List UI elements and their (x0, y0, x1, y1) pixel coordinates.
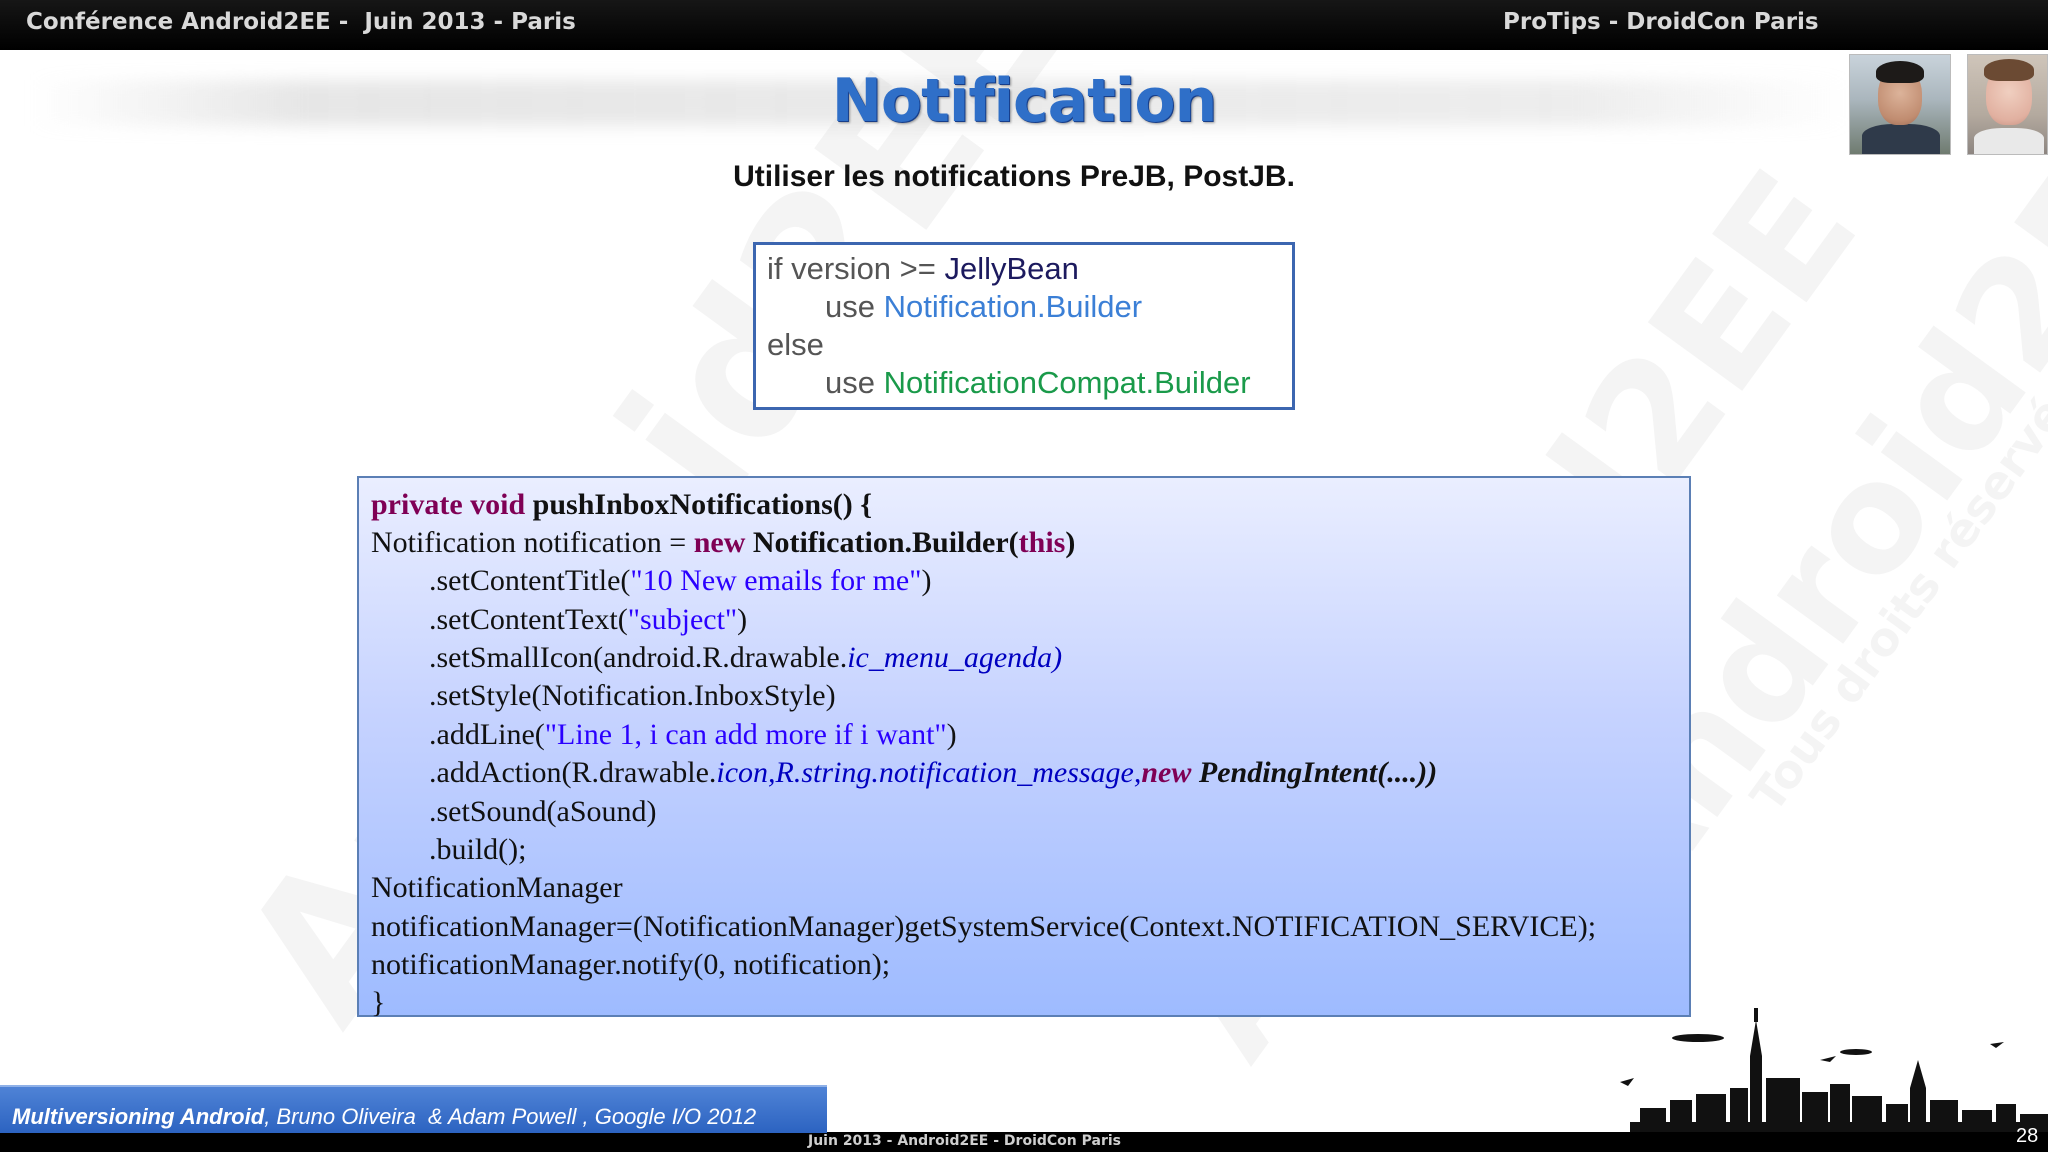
code-line: .setSound(aSound) (429, 795, 657, 828)
speaker-photo (1849, 54, 1951, 155)
code-line: .addLine("Line 1, i can add more if i wa… (429, 718, 957, 751)
pseudo-code-box: if version >= JellyBean use Notification… (753, 242, 1295, 410)
top-bar: Conférence Android2EE - Juin 2013 - Pari… (0, 0, 2048, 50)
footer-event-label: Juin 2013 - Android2EE - DroidCon Paris (808, 1133, 1121, 1149)
code-line: .setContentTitle("10 New emails for me") (429, 564, 932, 597)
speaker-photo (1967, 54, 2048, 155)
code-line: NotificationManager (371, 871, 623, 904)
code-line: .addAction(R.drawable.icon,R.string.noti… (429, 756, 1438, 789)
event-label: ProTips - DroidCon Paris (1503, 9, 1819, 35)
code-line: } (371, 986, 386, 1019)
code-line: notificationManager.notify(0, notificati… (371, 948, 891, 981)
code-line: .setSmallIcon(android.R.drawable.ic_menu… (429, 641, 1063, 674)
conference-label: Conférence Android2EE - Juin 2013 - Pari… (26, 9, 576, 35)
keyword-notification-builder: Notification.Builder (883, 289, 1143, 324)
code-line: .build(); (429, 833, 527, 866)
page-number: 28 (2016, 1125, 2039, 1147)
code-box: private void pushInboxNotifications() { … (357, 476, 1691, 1019)
code-line: .setStyle(Notification.InboxStyle) (429, 679, 836, 712)
paris-skyline-illustration (1620, 1008, 2048, 1152)
credit-title: Multiversioning Android (12, 1104, 265, 1129)
pseudo-line: if version >= JellyBean (767, 251, 1079, 286)
keyword-notificationcompat-builder: NotificationCompat.Builder (883, 365, 1251, 400)
pseudo-line: use Notification.Builder (825, 289, 1143, 324)
credit-authors: , Bruno Oliveira & Adam Powell , Google … (264, 1104, 757, 1129)
code-line: private void pushInboxNotifications() { (371, 488, 873, 521)
pseudo-line: else (767, 327, 824, 362)
pseudo-line: use NotificationCompat.Builder (825, 365, 1251, 400)
slide-title: Notification (831, 66, 1218, 136)
code-line: notificationManager=(NotificationManager… (371, 910, 1597, 943)
code-line: Notification notification = new Notifica… (371, 526, 1076, 559)
slide-subtitle: Utiliser les notifications PreJB, PostJB… (733, 160, 1295, 193)
keyword-jellybean: JellyBean (944, 251, 1079, 286)
code-line: .setContentText("subject") (429, 603, 748, 636)
credit-bar: Multiversioning Android, Bruno Oliveira … (0, 1085, 827, 1133)
credit-text: Multiversioning Android, Bruno Oliveira … (12, 1104, 756, 1130)
